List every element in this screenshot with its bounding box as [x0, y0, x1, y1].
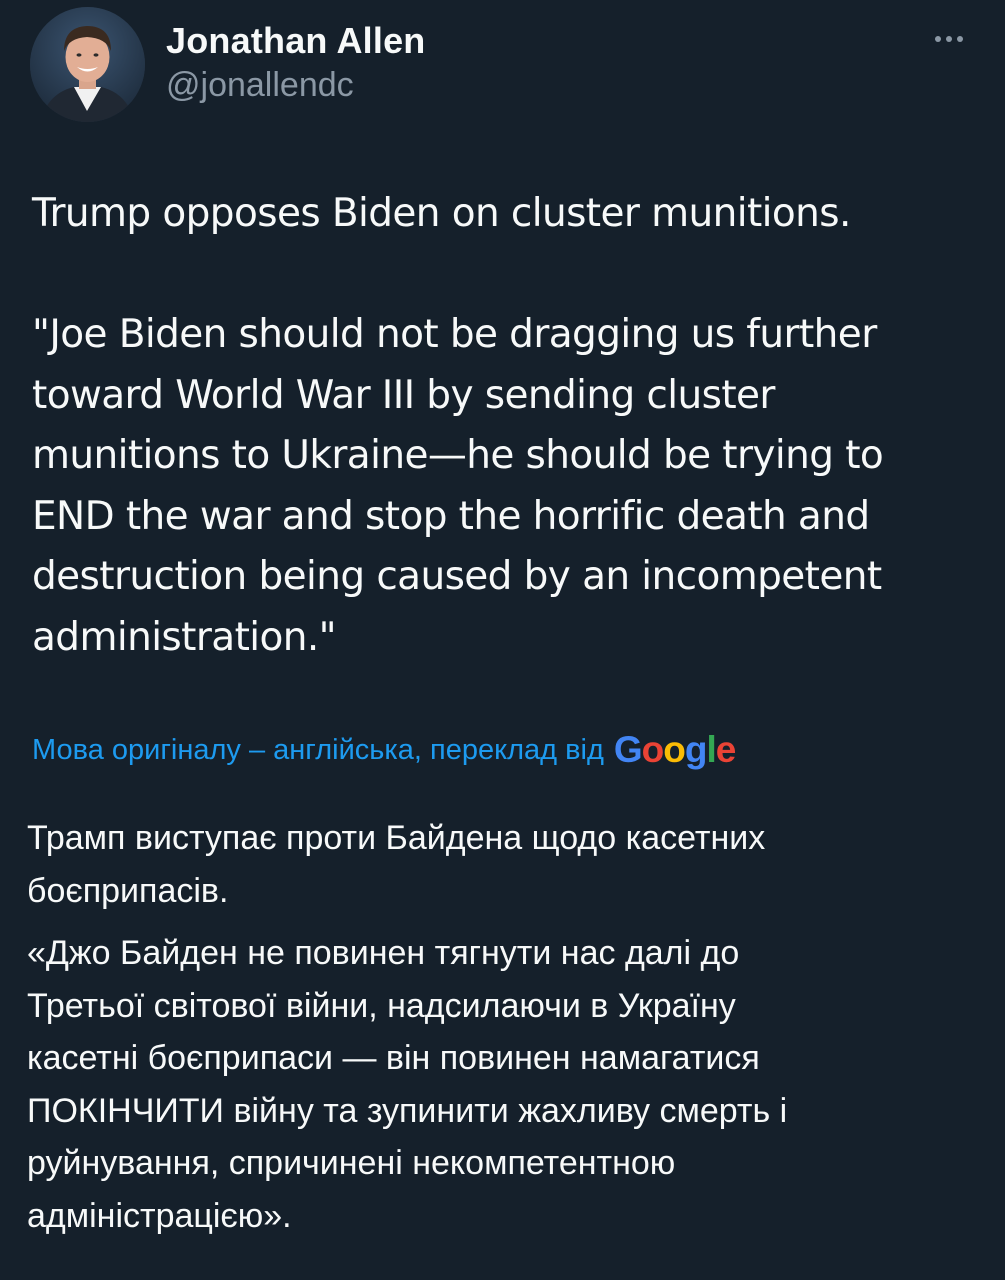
author-display-name[interactable]: Jonathan Allen — [166, 19, 426, 63]
avatar[interactable] — [30, 7, 145, 122]
more-horizontal-icon-dot — [946, 36, 952, 42]
translated-paragraph: «Джо Байден не повинен тягнути нас далі … — [27, 934, 788, 1235]
google-logo-letter: l — [706, 729, 717, 770]
tweet-paragraph: Trump opposes Biden on cluster munitions… — [32, 191, 851, 236]
google-logo-letter: g — [684, 729, 708, 770]
avatar-photo — [30, 7, 145, 122]
google-logo-letter: o — [663, 729, 686, 770]
author-names: Jonathan Allen @jonallendc — [166, 19, 426, 107]
more-horizontal-icon-dot — [957, 36, 963, 42]
google-logo: G o o g l e — [613, 728, 737, 772]
more-horizontal-icon — [935, 36, 941, 42]
tweet-header: Jonathan Allen @jonallendc — [30, 7, 975, 122]
tweet-body: Trump opposes Biden on cluster munitions… — [32, 184, 952, 668]
google-logo-letter: e — [715, 729, 737, 770]
translated-text: Трамп виступає проти Байдена щодо касетн… — [27, 812, 967, 1242]
more-options-button[interactable] — [929, 27, 969, 51]
translation-notice[interactable]: Мова оригіналу – англійська, переклад ві… — [32, 728, 737, 772]
translation-notice-text[interactable]: Мова оригіналу – англійська, переклад ві… — [32, 728, 604, 772]
google-logo-letter: G — [613, 729, 643, 770]
translated-paragraph: Трамп виступає проти Байдена щодо касетн… — [27, 819, 766, 910]
tweet-paragraph: "Joe Biden should not be dragging us fur… — [32, 312, 884, 660]
google-logo-letter: o — [641, 729, 665, 770]
author-handle[interactable]: @jonallendc — [166, 63, 426, 107]
